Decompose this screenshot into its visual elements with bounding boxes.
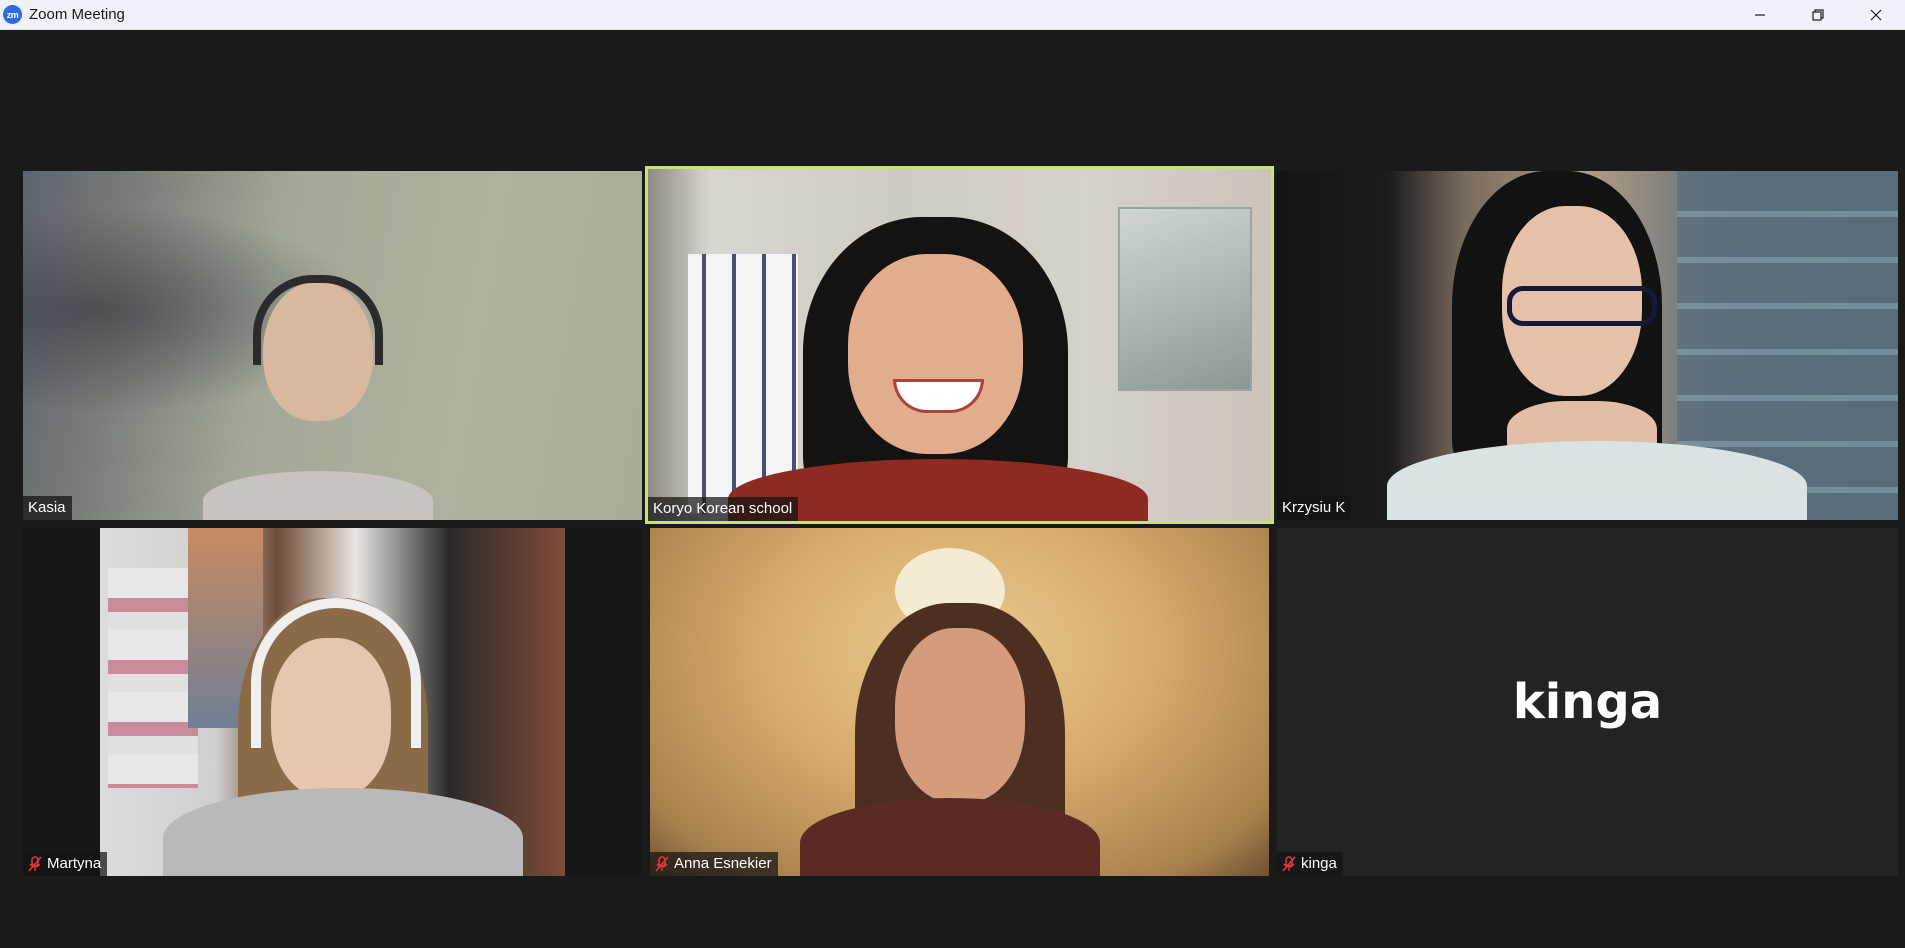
- participant-tile-krzysiu-k[interactable]: Krzysiu K: [1277, 171, 1898, 520]
- participant-name-tag: kinga: [1277, 852, 1343, 876]
- muted-microphone-icon: [28, 855, 42, 872]
- face-shape: [848, 254, 1023, 454]
- close-icon: [1870, 9, 1882, 20]
- restore-button[interactable]: [1789, 0, 1847, 29]
- minimize-button[interactable]: [1731, 0, 1789, 29]
- restore-icon: [1812, 8, 1824, 21]
- wall-posters-shape: [108, 568, 198, 788]
- participant-tile-kasia[interactable]: Kasia: [23, 171, 642, 520]
- participant-tile-kinga[interactable]: kinga kinga: [1277, 528, 1898, 876]
- face-shape: [895, 628, 1025, 803]
- window-controls: [1731, 0, 1905, 29]
- participant-name: Anna Esnekier: [674, 855, 772, 872]
- participant-name-tag: Anna Esnekier: [650, 852, 778, 876]
- participant-name: Kasia: [28, 499, 66, 516]
- window-title: Zoom Meeting: [29, 6, 125, 23]
- minimize-icon: [1755, 13, 1765, 16]
- participant-name: kinga: [1301, 855, 1337, 872]
- muted-microphone-icon: [655, 855, 669, 872]
- participant-name-tag: Koryo Korean school: [648, 497, 799, 521]
- muted-microphone-icon: [1282, 855, 1296, 872]
- participant-avatar-name: kinga: [1512, 674, 1663, 730]
- participant-name-tag: Krzysiu K: [1277, 496, 1352, 520]
- participant-tile-anna-esnekier[interactable]: Anna Esnekier: [650, 528, 1269, 876]
- wall-painting-shape: [1118, 207, 1252, 391]
- participant-name: Koryo Korean school: [653, 500, 793, 517]
- zoom-logo-icon: zm: [3, 5, 22, 24]
- glasses-shape: [1507, 286, 1657, 326]
- close-button[interactable]: [1847, 0, 1905, 29]
- participant-name: Martyna: [47, 855, 102, 872]
- participant-tile-martyna[interactable]: Martyna: [23, 528, 642, 876]
- participant-name: Krzysiu K: [1282, 499, 1346, 516]
- participant-name-tag: Martyna: [23, 852, 108, 876]
- participant-name-tag: Kasia: [23, 496, 72, 520]
- participant-tile-koryo-korean-school[interactable]: Koryo Korean school: [645, 166, 1274, 524]
- window-titlebar: zm Zoom Meeting: [0, 0, 1905, 30]
